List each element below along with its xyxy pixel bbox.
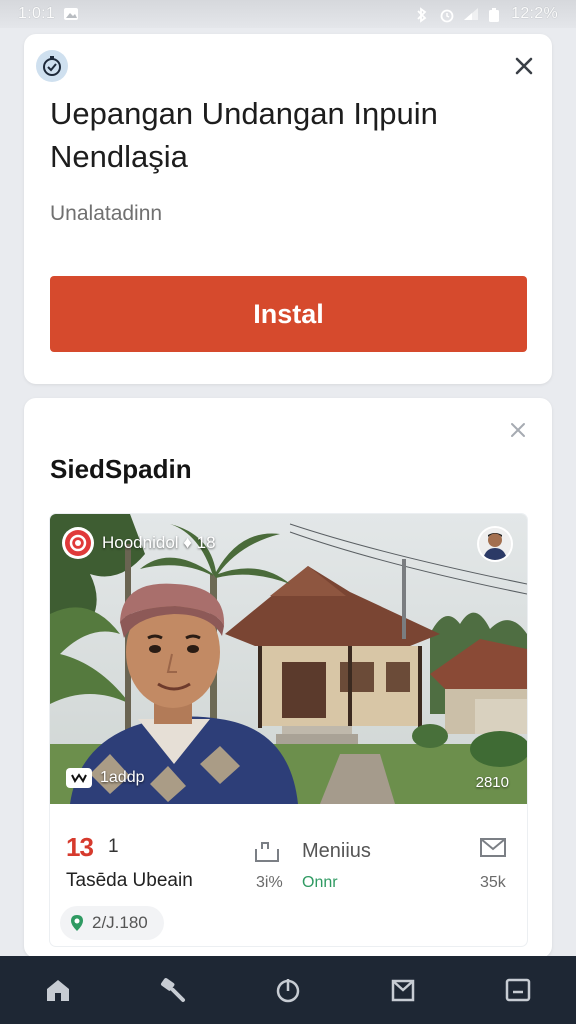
install-title: Uepangan Undangan Iηpuin Nendlaşia <box>50 96 438 174</box>
mail-icon <box>480 838 506 857</box>
overlay-time: 2810 <box>475 774 509 791</box>
suggested-card: SiedSpadin Hoodnidol ♦ 18 1addp 2810 13 … <box>24 398 552 958</box>
bluetooth-icon <box>415 7 431 23</box>
status-bar: 1:0:1 12:2% <box>0 0 576 28</box>
location-text: 2/J.180 <box>92 913 148 932</box>
stat-value-c: 35k <box>480 874 506 891</box>
nav-timer[interactable] <box>264 966 312 1014</box>
nav-window[interactable] <box>494 966 542 1014</box>
install-button[interactable]: Instal <box>50 276 527 352</box>
channel-name: Hoodnidol ♦ 18 <box>102 533 216 552</box>
status-time: 1:0:1 <box>18 5 56 22</box>
media-title: Tasēda Ubeain <box>66 870 193 891</box>
media-card[interactable]: Hoodnidol ♦ 18 1addp 2810 13 1 Tasēda Ub… <box>50 514 527 946</box>
overlay-tag-text: 1addp <box>100 769 145 786</box>
media-thumbnail[interactable]: Hoodnidol ♦ 18 1addp 2810 <box>50 514 527 804</box>
close-icon <box>515 57 533 75</box>
avatar[interactable] <box>477 526 513 562</box>
timer-icon <box>276 979 300 1003</box>
nav-bookmark[interactable] <box>379 966 427 1014</box>
nav-home[interactable] <box>34 966 82 1014</box>
channel-logo-icon <box>62 527 94 559</box>
location-pin-icon <box>71 915 83 931</box>
section-title: SiedSpadin <box>50 454 192 484</box>
stat-value-a: 3i% <box>256 874 283 891</box>
bottom-nav <box>0 956 576 1024</box>
status-right: 12:2% <box>415 5 558 23</box>
battery-icon <box>487 7 503 22</box>
close-install-button[interactable] <box>510 52 538 80</box>
image-notification-icon <box>63 7 79 21</box>
install-card: Uepangan Undangan Iηpuin Nendlaşia Unala… <box>24 34 552 384</box>
menu-label[interactable]: Meniius <box>302 840 371 863</box>
window-icon <box>506 978 531 1002</box>
battery-text: 12:2% <box>511 5 558 22</box>
video-tag-icon <box>66 768 92 788</box>
overlay-tag: 1addp <box>66 768 145 788</box>
stat-value-b: Onnr <box>302 874 338 891</box>
save-button[interactable] <box>478 834 508 860</box>
channel-badge[interactable]: Hoodnidol ♦ 18 <box>62 526 216 560</box>
status-left: 1:0:1 <box>18 5 79 23</box>
signal-icon <box>463 7 479 21</box>
alarm-icon <box>439 7 455 23</box>
location-chip[interactable]: 2/J.180 <box>60 906 164 940</box>
clock-check-icon <box>36 50 68 82</box>
nav-search[interactable] <box>149 966 197 1014</box>
count-big: 13 <box>66 832 94 862</box>
bookmark-icon <box>391 979 415 1002</box>
install-subtitle: Unalatadinn <box>50 202 163 225</box>
count-small: 1 <box>108 836 119 857</box>
close-icon <box>511 423 525 437</box>
search-icon <box>160 978 185 1002</box>
share-icon <box>255 842 279 862</box>
dismiss-suggestion-button[interactable] <box>504 416 532 444</box>
share-button[interactable] <box>252 838 282 864</box>
home-icon <box>46 980 69 1001</box>
